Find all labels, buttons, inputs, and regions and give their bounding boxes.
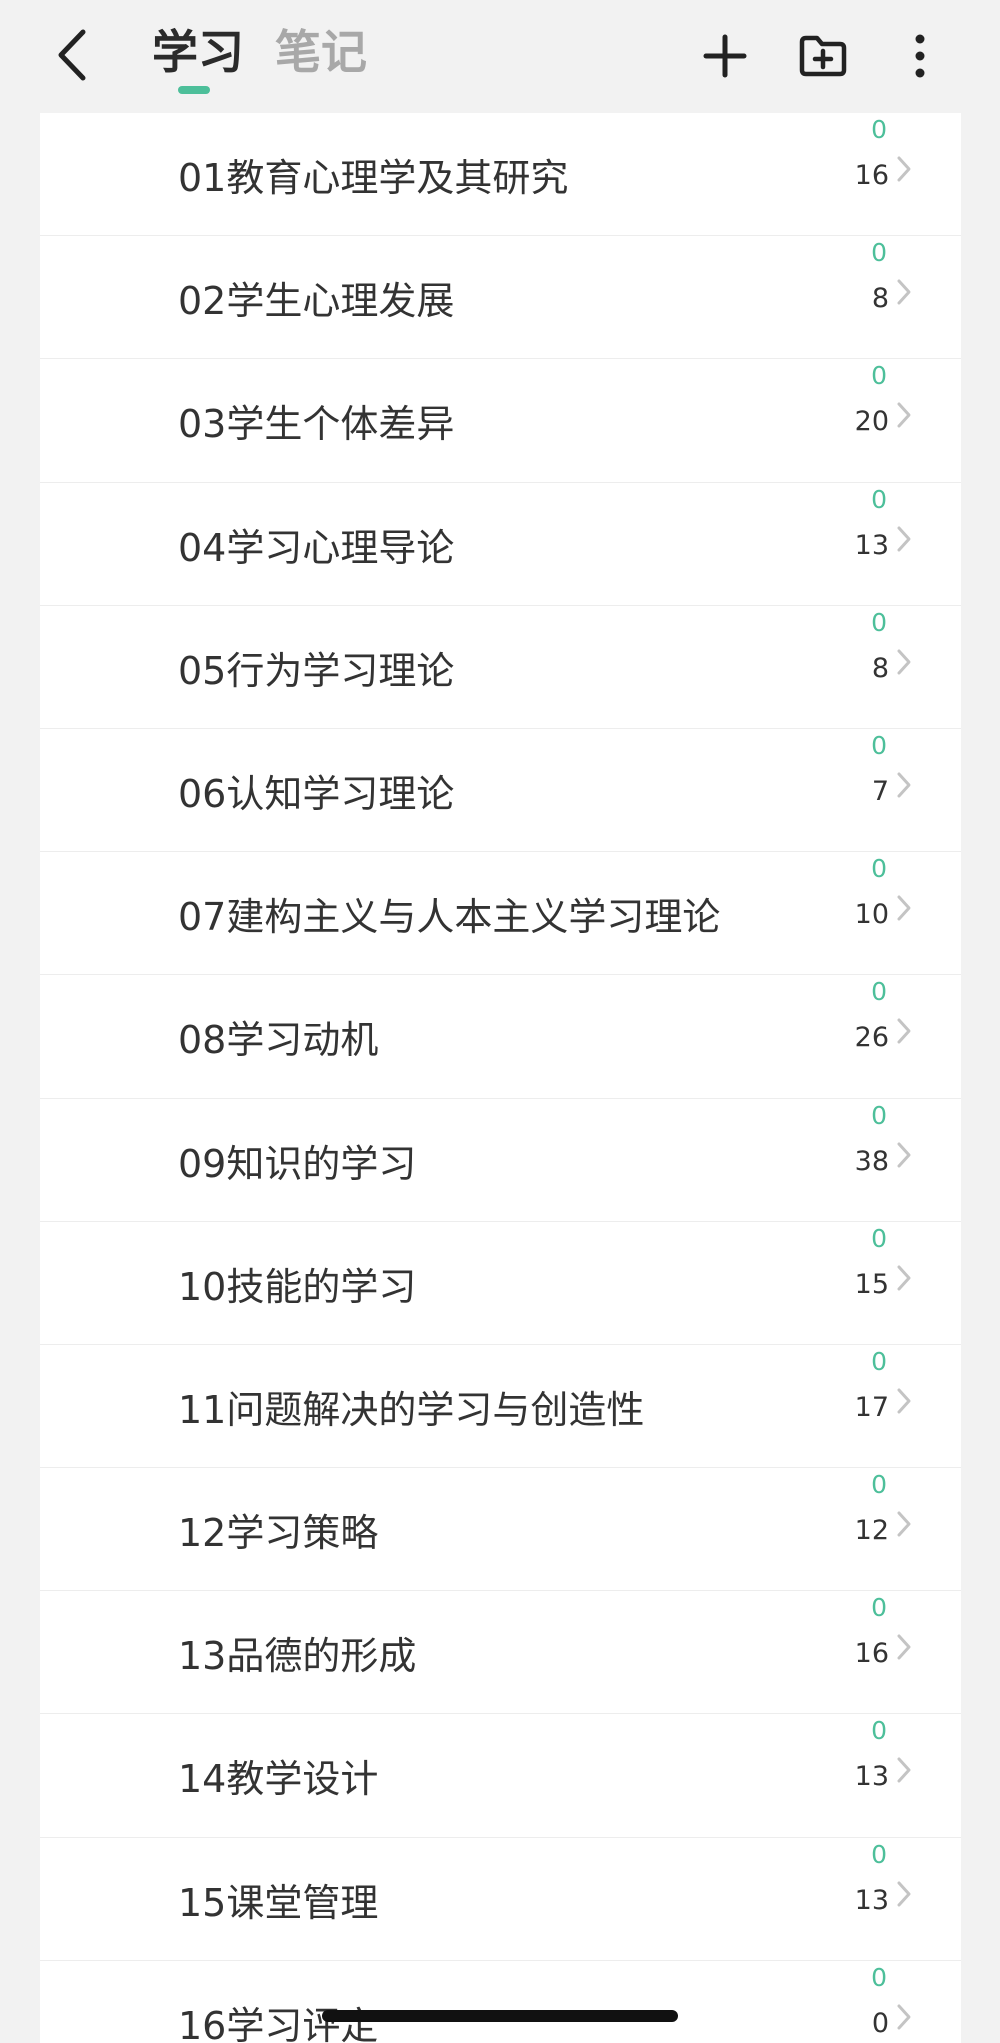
chapter-total-count: 38 bbox=[854, 1145, 889, 1177]
chapter-title: 16学习评定 bbox=[178, 2003, 379, 2043]
chapter-list: 01教育心理学及其研究 0 16 02学生心理发展 0 8 03学生个体差异 0… bbox=[40, 113, 961, 2043]
chapter-title: 12学习策略 bbox=[178, 1511, 379, 1556]
chapter-done-count: 0 bbox=[871, 1962, 887, 1992]
chapter-row[interactable]: 06认知学习理论 0 7 bbox=[40, 729, 961, 853]
chapter-title: 03学生个体差异 bbox=[178, 402, 455, 447]
chapter-total-count: 10 bbox=[854, 899, 889, 931]
chapter-title: 07建构主义与人本主义学习理论 bbox=[178, 895, 721, 940]
chevron-right-icon bbox=[897, 1265, 911, 1291]
back-button[interactable] bbox=[50, 25, 94, 85]
chapter-row[interactable]: 15课堂管理 0 13 bbox=[40, 1838, 961, 1961]
add-button[interactable] bbox=[697, 26, 753, 86]
chevron-right-icon bbox=[897, 402, 911, 428]
chapter-row[interactable]: 03学生个体差异 0 20 bbox=[40, 359, 961, 483]
chapter-title: 06认知学习理论 bbox=[178, 771, 455, 816]
chevron-left-icon bbox=[58, 29, 86, 81]
chapter-title: 02学生心理发展 bbox=[178, 279, 455, 324]
chapter-done-count: 0 bbox=[871, 1593, 887, 1623]
more-vertical-icon bbox=[915, 34, 925, 78]
chapter-done-count: 0 bbox=[871, 484, 887, 514]
chapter-done-count: 0 bbox=[871, 1716, 887, 1746]
chapter-row[interactable]: 07建构主义与人本主义学习理论 0 10 bbox=[40, 852, 961, 976]
chapter-title: 04学习心理导论 bbox=[178, 525, 455, 570]
chapter-total-count: 15 bbox=[854, 1268, 889, 1300]
chapter-total-count: 8 bbox=[871, 283, 889, 315]
chapter-row[interactable]: 05行为学习理论 0 8 bbox=[40, 606, 961, 729]
chapter-row[interactable]: 01教育心理学及其研究 0 16 bbox=[40, 113, 961, 237]
chapter-title: 09知识的学习 bbox=[178, 1141, 417, 1186]
chapter-total-count: 8 bbox=[871, 652, 889, 684]
chevron-right-icon bbox=[897, 1142, 911, 1167]
chapter-row[interactable]: 11问题解决的学习与创造性 0 17 bbox=[40, 1345, 961, 1469]
chapter-title: 08学习动机 bbox=[178, 1018, 379, 1063]
chapter-row[interactable]: 10技能的学习 0 15 bbox=[40, 1222, 961, 1345]
chapter-total-count: 20 bbox=[854, 406, 889, 438]
chapter-title: 13品德的形成 bbox=[178, 1634, 417, 1679]
new-folder-button[interactable] bbox=[795, 26, 851, 86]
chevron-right-icon bbox=[897, 526, 911, 552]
chapter-done-count: 0 bbox=[871, 854, 887, 884]
chapter-row[interactable]: 13品德的形成 0 16 bbox=[40, 1591, 961, 1715]
chapter-row[interactable]: 08学习动机 0 26 bbox=[40, 975, 961, 1099]
chevron-right-icon bbox=[897, 1634, 911, 1660]
chapter-done-count: 0 bbox=[871, 1839, 887, 1869]
chapter-done-count: 0 bbox=[871, 1223, 887, 1253]
chapter-row[interactable]: 14教学设计 0 13 bbox=[40, 1714, 961, 1838]
chapter-done-count: 0 bbox=[871, 1100, 887, 1130]
chapter-total-count: 26 bbox=[854, 1022, 889, 1054]
chapter-total-count: 17 bbox=[854, 1391, 889, 1423]
chapter-total-count: 16 bbox=[854, 1638, 889, 1670]
chapter-done-count: 0 bbox=[871, 361, 887, 391]
chapter-total-count: 13 bbox=[854, 1761, 889, 1793]
chapter-done-count: 0 bbox=[871, 977, 887, 1007]
chapter-title: 05行为学习理论 bbox=[178, 648, 455, 693]
chapter-total-count: 7 bbox=[871, 775, 889, 807]
chapter-total-count: 13 bbox=[854, 529, 889, 561]
chapter-total-count: 0 bbox=[871, 2007, 889, 2039]
chapter-row[interactable]: 04学习心理导论 0 13 bbox=[40, 483, 961, 606]
chevron-right-icon bbox=[897, 1388, 911, 1414]
chapter-row[interactable]: 02学生心理发展 0 8 bbox=[40, 236, 961, 360]
chevron-right-icon bbox=[897, 279, 911, 305]
top-bar: 学习 笔记 bbox=[0, 0, 1000, 113]
chapter-done-count: 0 bbox=[871, 607, 887, 637]
chapter-done-count: 0 bbox=[871, 1346, 887, 1376]
home-indicator bbox=[322, 2010, 678, 2022]
chevron-right-icon bbox=[897, 649, 911, 675]
chapter-done-count: 0 bbox=[871, 115, 887, 144]
chevron-right-icon bbox=[897, 1881, 911, 1907]
chapter-title: 11问题解决的学习与创造性 bbox=[178, 1387, 645, 1432]
chevron-right-icon bbox=[897, 156, 911, 182]
chapter-title: 01教育心理学及其研究 bbox=[178, 156, 569, 200]
tab-study[interactable]: 学习 bbox=[152, 20, 244, 84]
chevron-right-icon bbox=[897, 1511, 911, 1537]
chapter-total-count: 13 bbox=[854, 1884, 889, 1916]
chapter-title: 10技能的学习 bbox=[178, 1264, 417, 1309]
plus-icon bbox=[703, 34, 747, 78]
chapter-done-count: 0 bbox=[871, 1470, 887, 1500]
chevron-right-icon bbox=[897, 1757, 911, 1783]
folder-plus-icon bbox=[799, 35, 847, 77]
chevron-right-icon bbox=[897, 772, 911, 798]
tab-notes[interactable]: 笔记 bbox=[275, 20, 367, 84]
chapter-total-count: 16 bbox=[854, 160, 889, 191]
chapter-title: 14教学设计 bbox=[178, 1757, 379, 1802]
chapter-done-count: 0 bbox=[871, 238, 887, 268]
chapter-total-count: 12 bbox=[854, 1515, 889, 1547]
chapter-row[interactable]: 09知识的学习 0 38 bbox=[40, 1099, 961, 1222]
chevron-right-icon bbox=[897, 895, 911, 921]
more-options-button[interactable] bbox=[892, 26, 948, 86]
chapter-row[interactable]: 12学习策略 0 12 bbox=[40, 1468, 961, 1592]
chevron-right-icon bbox=[897, 1018, 911, 1044]
chapter-title: 15课堂管理 bbox=[178, 1880, 379, 1925]
active-tab-indicator bbox=[178, 86, 210, 94]
chevron-right-icon bbox=[897, 2004, 911, 2030]
chapter-row[interactable]: 16学习评定 0 0 bbox=[40, 1961, 961, 2043]
chapter-done-count: 0 bbox=[871, 730, 887, 760]
